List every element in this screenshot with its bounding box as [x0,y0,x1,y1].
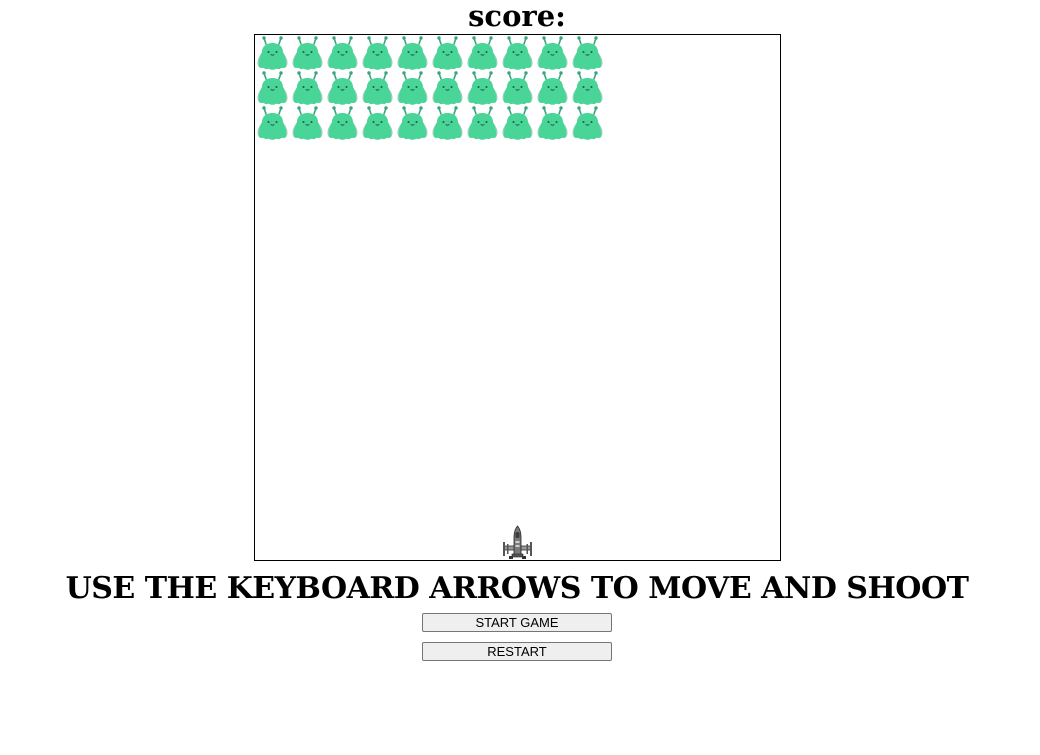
alien-icon [502,71,533,105]
alien-icon [537,106,568,140]
alien-icon [362,106,393,140]
alien-icon [327,71,358,105]
alien-icon [537,36,568,70]
alien-icon [537,71,568,105]
alien-icon [292,106,323,140]
alien-icon [467,106,498,140]
game-board[interactable] [254,34,781,561]
alien-icon [572,71,603,105]
alien-icon [397,36,428,70]
alien-icon [467,71,498,105]
alien-icon [292,36,323,70]
alien-icon [467,36,498,70]
start-game-button[interactable]: START GAME [422,613,612,632]
alien-icon [327,106,358,140]
alien-icon [502,106,533,140]
alien-icon [572,36,603,70]
alien-icon [257,36,288,70]
alien-icon [327,36,358,70]
alien-icon [432,71,463,105]
alien-icon [432,106,463,140]
alien-icon [362,71,393,105]
alien-formation [255,35,605,140]
score-label: score: [468,0,566,33]
instructions-heading: USE THE KEYBOARD ARROWS TO MOVE AND SHOO… [65,571,969,606]
alien-icon [292,71,323,105]
alien-icon [502,36,533,70]
alien-icon [432,36,463,70]
alien-icon [397,71,428,105]
player-ship-icon [503,525,532,559]
alien-icon [362,36,393,70]
alien-icon [572,106,603,140]
alien-icon [257,106,288,140]
alien-icon [257,71,288,105]
alien-icon [397,106,428,140]
restart-button[interactable]: RESTART [422,642,612,661]
